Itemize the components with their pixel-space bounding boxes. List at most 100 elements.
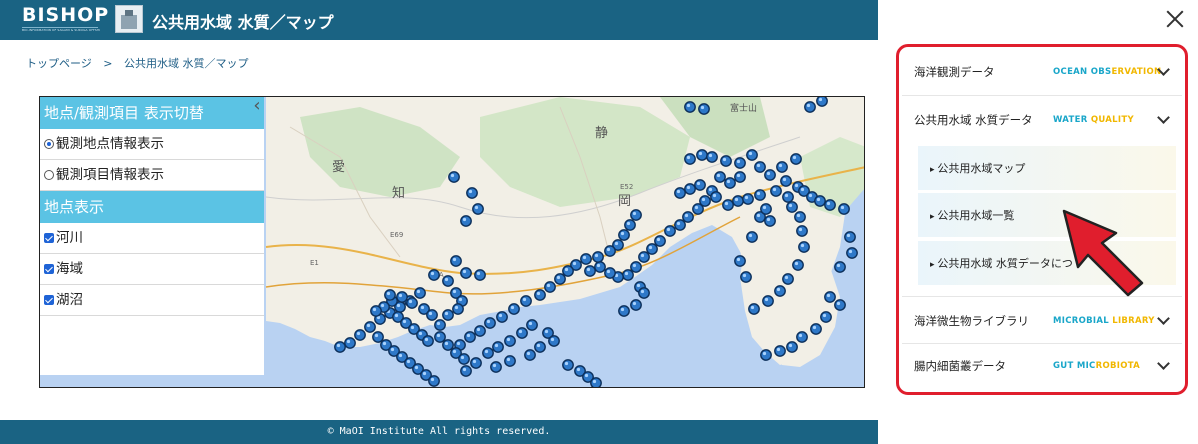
menu-water-quality[interactable]: 公共用水域 水質データ WATER QUALITY (902, 96, 1182, 144)
station-marker[interactable] (846, 247, 858, 259)
station-marker[interactable] (724, 177, 736, 189)
station-marker[interactable] (804, 101, 816, 113)
station-marker[interactable] (460, 365, 472, 377)
checkbox-checked[interactable] (44, 295, 54, 305)
station-marker[interactable] (466, 187, 478, 199)
radio-station-info[interactable]: 観測地点情報表示 (40, 129, 264, 160)
checkbox-sea[interactable]: 海域 (40, 254, 264, 285)
station-marker[interactable] (814, 195, 826, 207)
breadcrumb-home-link[interactable]: トップページ (26, 57, 92, 70)
station-marker[interactable] (344, 337, 356, 349)
station-marker[interactable] (754, 189, 766, 201)
station-marker[interactable] (760, 203, 772, 215)
station-marker[interactable] (810, 323, 822, 335)
station-marker[interactable] (746, 149, 758, 161)
station-marker[interactable] (470, 357, 482, 369)
station-marker[interactable] (816, 97, 828, 107)
station-marker[interactable] (732, 195, 744, 207)
chevron-down-icon[interactable] (1158, 65, 1168, 75)
radio-button-selected[interactable] (44, 139, 54, 149)
station-marker[interactable] (630, 299, 642, 311)
station-marker[interactable] (674, 187, 686, 199)
station-marker[interactable] (834, 299, 846, 311)
station-marker[interactable] (396, 291, 408, 303)
station-marker[interactable] (472, 203, 484, 215)
station-marker[interactable] (592, 251, 604, 263)
station-marker[interactable] (630, 261, 642, 273)
station-marker[interactable] (720, 155, 732, 167)
station-marker[interactable] (452, 303, 464, 315)
station-marker[interactable] (442, 339, 454, 351)
station-marker[interactable] (638, 287, 650, 299)
station-marker[interactable] (406, 297, 418, 309)
station-marker[interactable] (544, 281, 556, 293)
station-marker[interactable] (706, 151, 718, 163)
station-marker[interactable] (484, 317, 496, 329)
station-marker[interactable] (448, 171, 460, 183)
station-marker[interactable] (548, 335, 560, 347)
station-marker[interactable] (442, 309, 454, 321)
station-marker[interactable] (474, 269, 486, 281)
station-marker[interactable] (504, 355, 516, 367)
station-marker[interactable] (692, 203, 704, 215)
station-marker[interactable] (764, 169, 776, 181)
station-marker[interactable] (796, 331, 808, 343)
station-marker[interactable] (422, 335, 434, 347)
station-marker[interactable] (764, 215, 776, 227)
station-marker[interactable] (654, 235, 666, 247)
chevron-down-icon[interactable] (1158, 359, 1168, 369)
station-marker[interactable] (508, 303, 520, 315)
station-marker[interactable] (492, 341, 504, 353)
station-marker[interactable] (734, 157, 746, 169)
station-marker[interactable] (740, 271, 752, 283)
station-marker[interactable] (516, 327, 528, 339)
station-marker[interactable] (794, 211, 806, 223)
station-marker[interactable] (786, 201, 798, 213)
station-marker[interactable] (684, 153, 696, 165)
station-marker[interactable] (618, 305, 630, 317)
menu-microbial-library[interactable]: 海洋微生物ライブラリ MICROBIAL LIBRARY (902, 296, 1182, 344)
station-marker[interactable] (664, 225, 676, 237)
station-marker[interactable] (748, 303, 760, 315)
station-marker[interactable] (580, 253, 592, 265)
checkbox-checked[interactable] (44, 264, 54, 274)
radio-button[interactable] (44, 170, 54, 180)
station-marker[interactable] (786, 341, 798, 353)
station-marker[interactable] (714, 171, 726, 183)
menu-gut-microbiota[interactable]: 腸内細菌叢データ GUT MICROBIOTA (902, 342, 1182, 390)
checkbox-lake[interactable]: 湖沼 (40, 285, 264, 316)
station-marker[interactable] (774, 345, 786, 357)
station-marker[interactable] (334, 341, 346, 353)
station-marker[interactable] (428, 375, 440, 387)
station-marker[interactable] (474, 325, 486, 337)
station-marker[interactable] (490, 361, 502, 373)
station-marker[interactable] (796, 225, 808, 237)
station-marker[interactable] (698, 103, 710, 115)
station-marker[interactable] (646, 243, 658, 255)
station-marker[interactable] (762, 295, 774, 307)
station-marker[interactable] (434, 331, 446, 343)
station-marker[interactable] (844, 231, 856, 243)
station-marker[interactable] (562, 265, 574, 277)
site-logo[interactable]: BISHOP (22, 4, 109, 26)
station-marker[interactable] (460, 267, 472, 279)
station-marker[interactable] (780, 175, 792, 187)
station-marker[interactable] (590, 377, 602, 388)
station-marker[interactable] (782, 191, 794, 203)
station-marker[interactable] (370, 305, 382, 317)
station-marker[interactable] (496, 311, 508, 323)
station-marker[interactable] (464, 331, 476, 343)
station-marker[interactable] (624, 219, 636, 231)
station-marker[interactable] (520, 295, 532, 307)
station-marker[interactable] (742, 193, 754, 205)
station-marker[interactable] (734, 171, 746, 183)
station-marker[interactable] (364, 321, 376, 333)
station-marker[interactable] (534, 289, 546, 301)
station-marker[interactable] (554, 273, 566, 285)
station-marker[interactable] (460, 215, 472, 227)
station-marker[interactable] (798, 241, 810, 253)
station-marker[interactable] (734, 255, 746, 267)
station-marker[interactable] (434, 319, 446, 331)
station-marker[interactable] (604, 245, 616, 257)
station-marker[interactable] (450, 255, 462, 267)
